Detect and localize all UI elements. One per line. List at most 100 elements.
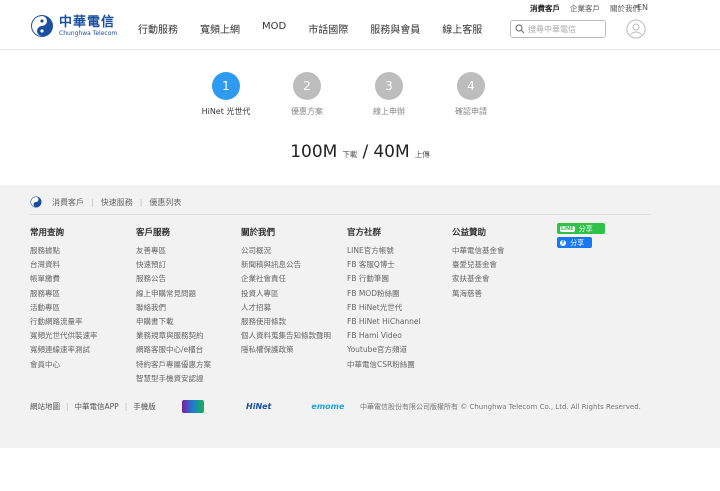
footer-col-about: 關於我們 公司概況 新聞稿與訊息公告 企業社會責任 投資人專區 人才招募 服務使… [241, 226, 331, 358]
footer-link[interactable]: 隱私權保護政策 [241, 343, 331, 357]
step-label: 線上申辦 [373, 107, 405, 116]
brand-logos: HiNet emome [182, 400, 384, 413]
user-icon[interactable] [626, 19, 646, 39]
hinet-logo[interactable]: HiNet [246, 402, 271, 411]
footer-link[interactable]: 家扶基金會 [452, 272, 505, 286]
footer-link[interactable]: 台灣資料 [30, 258, 98, 272]
speed-display: 100M 下載 / 40M 上傳 [0, 142, 720, 162]
footer-link[interactable]: 公司概況 [241, 244, 331, 258]
footer-link[interactable]: 新聞稿與訊息公告 [241, 258, 331, 272]
footer-link[interactable]: FB HiNet HiChannel [347, 315, 421, 329]
mobile-version-link[interactable]: 手機版 [133, 401, 156, 412]
lang-switch-en[interactable]: EN [637, 3, 648, 12]
footer-link[interactable]: 投資人專區 [241, 287, 331, 301]
footer-link[interactable]: FB 客服Q博士 [347, 258, 421, 272]
upload-speed: 40M [373, 142, 410, 162]
copyright-text: 中華電信股份有限公司版權所有 © Chunghwa Telecom Co., L… [360, 403, 641, 411]
footer-link[interactable]: 臺愛兒基金會 [452, 258, 505, 272]
logo-zh-text: 中華電信 [59, 14, 116, 30]
footer-link[interactable]: 服務據點 [30, 244, 98, 258]
step-label: 優惠方案 [291, 107, 323, 116]
footer-link[interactable]: 線上申購常見問題 [136, 287, 211, 301]
site-footer: 消費客戶 | 快速服務 | 優惠列表 常用查詢 服務據點 台灣資料 帳單繳費 服… [0, 185, 720, 448]
breadcrumb-item[interactable]: 快速服務 [101, 197, 133, 208]
footer-link[interactable]: 寬頻光世代供裝速率 [30, 329, 98, 343]
footer-link[interactable]: FB MOD粉絲團 [347, 287, 421, 301]
footer-link[interactable]: FB 行動筆園 [347, 272, 421, 286]
line-share-button[interactable]: LINE 分享 [557, 223, 605, 234]
footer-link[interactable]: 中華電信基金會 [452, 244, 505, 258]
chunghwa-logo-icon [31, 15, 53, 37]
download-label: 下載 [342, 150, 358, 159]
footer-col-charity: 公益贊助 中華電信基金會 臺愛兒基金會 家扶基金會 萬海慈善 [452, 226, 505, 301]
download-speed: 100M [290, 142, 338, 162]
top-links: 消費客戶 企業客戶 關於我們 [530, 3, 640, 14]
footer-link[interactable]: 服務公告 [136, 272, 211, 286]
footer-link[interactable]: 友善專區 [136, 244, 211, 258]
footer-link[interactable]: 人才招募 [241, 301, 331, 315]
home-logo-icon[interactable] [30, 196, 42, 208]
footer-link[interactable]: FB Hami Video [347, 329, 421, 343]
footer-link[interactable]: 萬海慈善 [452, 287, 505, 301]
upload-label: 上傳 [414, 150, 430, 159]
footer-link[interactable]: 申購書下載 [136, 315, 211, 329]
footer-link[interactable]: FB HiNet光世代 [347, 301, 421, 315]
logo-en-text: Chunghwa Telecom [59, 29, 118, 37]
footer-link[interactable]: 快速預訂 [136, 258, 211, 272]
footer-col-social: 官方社群 LINE官方帳號 FB 客服Q博士 FB 行動筆園 FB MOD粉絲團… [347, 226, 421, 372]
main-nav: 行動服務 寬頻上網 MOD 市話國際 服務與會員 線上客服 [138, 21, 504, 36]
nav-mobile[interactable]: 行動服務 [138, 21, 178, 36]
footer-link[interactable]: 行動網路流量率 [30, 315, 98, 329]
step-1: 1 HiNet 光世代 [181, 72, 271, 117]
search-box[interactable] [510, 20, 606, 38]
facebook-icon: f [560, 239, 567, 246]
sitemap-link[interactable]: 網站地圖 [30, 401, 60, 412]
emome-logo[interactable]: emome [311, 402, 344, 411]
footer-link[interactable]: 活動專區 [30, 301, 98, 315]
step-circle: 3 [375, 72, 403, 100]
footer-link[interactable]: 中華電信CSR粉絲團 [347, 358, 421, 372]
step-circle: 1 [212, 72, 240, 100]
footer-link[interactable]: Youtube官方頻道 [347, 343, 421, 357]
top-link-enterprise[interactable]: 企業客戶 [570, 3, 600, 14]
footer-link[interactable]: 服務使用條款 [241, 315, 331, 329]
footer-link[interactable]: 特約客戶專屬優惠方案 [136, 358, 211, 372]
footer-link[interactable]: 個人資料蒐集告知條款聲明 [241, 329, 331, 343]
search-icon [515, 24, 525, 34]
app-link[interactable]: 中華電信APP [75, 401, 119, 412]
chunghwa-logo[interactable]: 中華電信 Chunghwa Telecom [30, 14, 117, 38]
footer-link[interactable]: 網路客服中心/e櫃台 [136, 343, 211, 357]
top-link-consumer[interactable]: 消費客戶 [530, 3, 560, 14]
step-circle: 4 [457, 72, 485, 100]
footer-link[interactable]: 帳單繳費 [30, 272, 98, 286]
facebook-share-button[interactable]: f 分享 [557, 237, 592, 248]
step-circle: 2 [293, 72, 321, 100]
nav-online-support[interactable]: 線上客服 [442, 21, 482, 36]
search-input[interactable] [528, 24, 600, 34]
breadcrumb-item[interactable]: 消費客戶 [52, 197, 84, 208]
footer-link[interactable]: 寬頻連線速率測試 [30, 343, 98, 357]
footer-link[interactable]: 企業社會責任 [241, 272, 331, 286]
footer-link[interactable]: 聯絡我們 [136, 301, 211, 315]
nav-phone[interactable]: 市話國際 [308, 21, 348, 36]
progress-steps: 1 HiNet 光世代 2 優惠方案 3 線上申辦 4 確認申請 [0, 72, 720, 132]
footer-col-queries: 常用查詢 服務據點 台灣資料 帳單繳費 服務專區 活動專區 行動網路流量率 寬頻… [30, 226, 98, 372]
top-link-about[interactable]: 關於我們 [610, 3, 640, 14]
footer-link[interactable]: 服務專區 [30, 287, 98, 301]
footer-link[interactable]: 智慧型手機資安認證 [136, 372, 211, 386]
footer-col-service: 客戶服務 友善專區 快速預訂 服務公告 線上申購常見問題 聯絡我們 申購書下載 … [136, 226, 211, 386]
footer-link[interactable]: 業務規章與服務契約 [136, 329, 211, 343]
divider [30, 214, 650, 215]
footer-link[interactable]: LINE官方帳號 [347, 244, 421, 258]
speed-separator: / [362, 142, 369, 162]
nav-mod[interactable]: MOD [262, 21, 286, 36]
nav-broadband[interactable]: 寬頻上網 [200, 21, 240, 36]
footer-link[interactable]: 會員中心 [30, 358, 98, 372]
line-icon: LINE [560, 225, 575, 232]
step-label: 確認申請 [455, 107, 487, 116]
breadcrumb: 消費客戶 | 快速服務 | 優惠列表 [30, 196, 181, 208]
nav-service-member[interactable]: 服務與會員 [370, 21, 420, 36]
mod-logo-icon[interactable] [182, 400, 204, 413]
bottom-links: 網站地圖 | 中華電信APP | 手機版 [30, 401, 156, 412]
step-2: 2 優惠方案 [262, 72, 352, 117]
